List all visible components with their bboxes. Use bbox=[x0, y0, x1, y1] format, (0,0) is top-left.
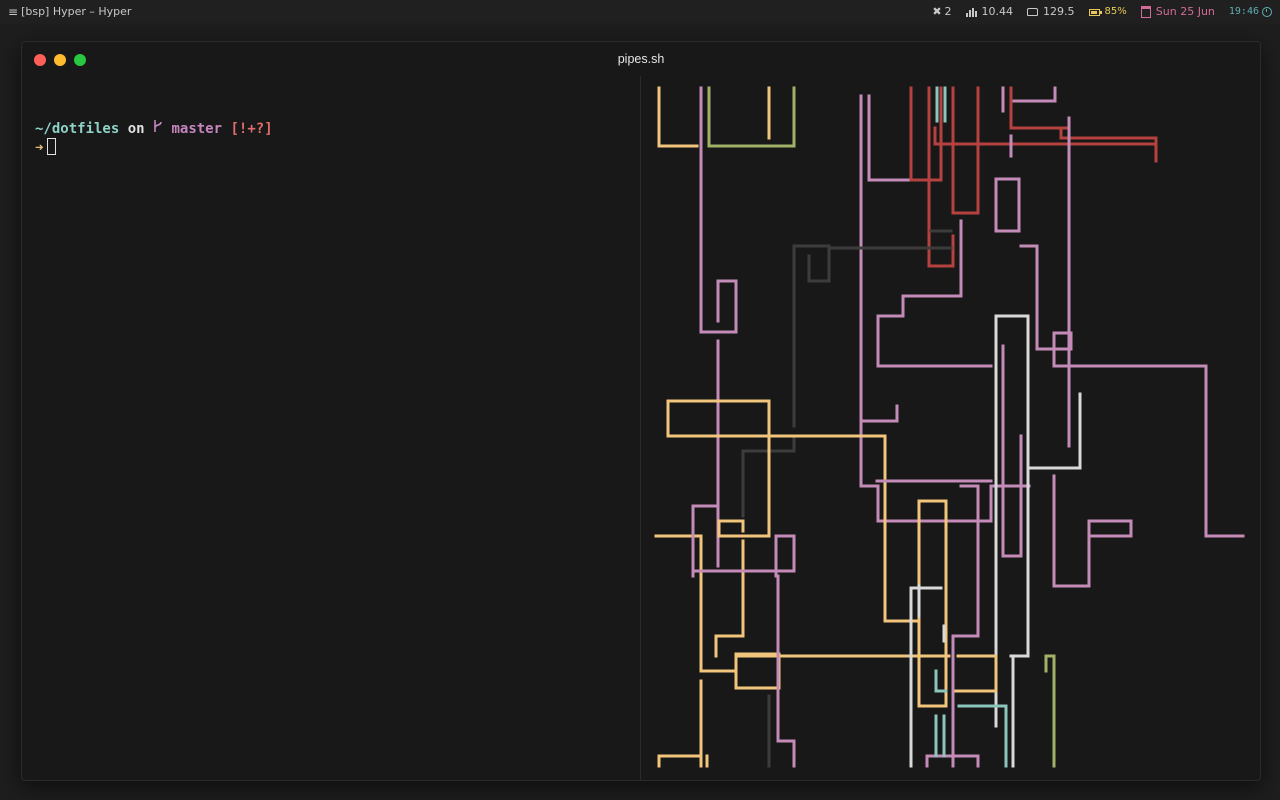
pipe-segment-yellow bbox=[654, 534, 951, 690]
battery-indicator: 85% bbox=[1088, 0, 1127, 24]
time-indicator: 19:46 bbox=[1229, 0, 1272, 24]
terminal-pane-left[interactable]: ~/dotfiles on master [!+?] ➜ bbox=[22, 76, 640, 780]
terminal-output: ~/dotfiles on master [!+?] ➜ bbox=[35, 101, 273, 157]
pipe-segment-pink bbox=[1019, 244, 1208, 538]
cpu-load-indicator: 10.44 bbox=[965, 0, 1013, 24]
pipe-segment-pink bbox=[876, 219, 993, 368]
prompt-git-status: [!+?] bbox=[230, 121, 273, 137]
disk-indicator: 129.5 bbox=[1027, 0, 1075, 24]
pipe-segment-pink bbox=[994, 134, 1021, 233]
pipe-segment-red bbox=[951, 86, 980, 215]
terminal-pane-right[interactable] bbox=[641, 76, 1260, 780]
calendar-icon bbox=[1140, 6, 1151, 18]
pipe-segment-pink bbox=[1052, 474, 1133, 588]
pipes-animation bbox=[654, 86, 1245, 768]
pipe-segment-pink bbox=[859, 404, 899, 423]
pipe-segment-white bbox=[909, 584, 946, 768]
close-x-icon: ✖ bbox=[932, 5, 942, 18]
top-status-bar: ≡ [bsp] Hyper – Hyper ✖ 2 10.44 129.5 85… bbox=[0, 0, 1280, 24]
pipe-segment-green bbox=[707, 86, 796, 148]
pipe-segment-green bbox=[1044, 654, 1056, 768]
clock-icon bbox=[1262, 7, 1272, 17]
pipe-segment-gray bbox=[829, 229, 953, 250]
prompt-arrow: ➜ bbox=[35, 140, 44, 156]
window-titlebar[interactable]: pipes.sh bbox=[22, 42, 1260, 76]
hyper-window: pipes.sh ~/dotfiles on master [!+?] ➜ bbox=[21, 41, 1261, 781]
pipe-segment-pink bbox=[699, 86, 738, 334]
battery-icon bbox=[1088, 8, 1102, 16]
prompt-on: on bbox=[127, 121, 145, 137]
pipe-segment-yellow bbox=[954, 654, 998, 693]
git-branch-icon bbox=[153, 119, 163, 138]
prompt-path: ~/dotfiles bbox=[35, 121, 120, 137]
window-manager-label: [bsp] Hyper – Hyper bbox=[21, 5, 132, 18]
pipe-segment-red bbox=[933, 126, 1158, 163]
pipe-segment-red bbox=[1009, 86, 1158, 163]
pipe-segment-gray bbox=[792, 244, 831, 428]
pipe-segment-pink bbox=[951, 484, 980, 768]
terminal-cursor bbox=[47, 138, 57, 155]
menu-icon[interactable]: ≡ bbox=[8, 0, 18, 24]
window-title: pipes.sh bbox=[617, 52, 665, 66]
date-indicator: Sun 25 Jun bbox=[1140, 0, 1215, 24]
prompt-branch: master bbox=[171, 121, 223, 137]
chart-icon bbox=[965, 7, 977, 17]
pipe-segment-pink bbox=[1001, 344, 1023, 558]
disk-icon bbox=[1027, 8, 1039, 16]
pipe-segment-yellow bbox=[657, 86, 699, 148]
pipe-segment-white bbox=[994, 314, 1030, 768]
desktop-indicator[interactable]: ✖ 2 bbox=[932, 0, 951, 24]
